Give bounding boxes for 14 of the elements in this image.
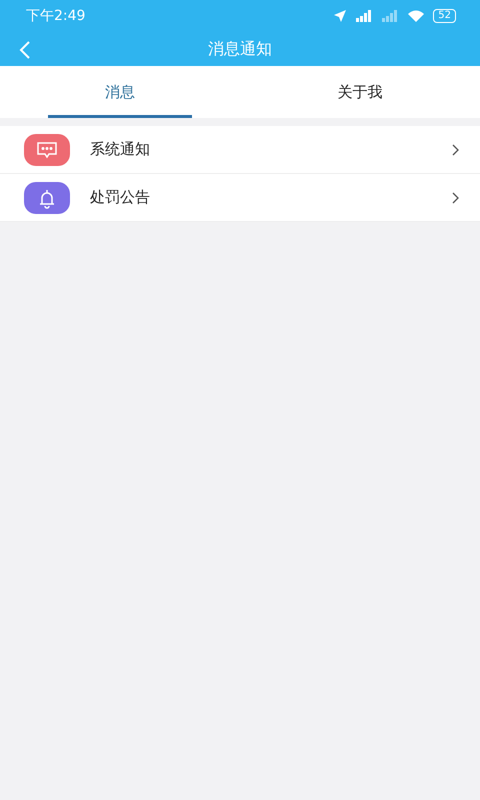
chevron-icon [452, 144, 460, 156]
wifi-icon [407, 10, 426, 22]
tab[interactable]: 消息 [48, 66, 192, 118]
list-item-label[interactable]: 系统通知 [90, 140, 452, 159]
signal-icon [381, 10, 400, 22]
back-icon[interactable] [18, 41, 32, 59]
location-icon [333, 9, 348, 23]
chevron-icon [452, 192, 460, 204]
tab[interactable]: 关于我 [288, 66, 432, 118]
page-title: 消息通知 [208, 38, 272, 60]
list-item-label[interactable]: 处罚公告 [90, 188, 452, 207]
signal-icon [355, 10, 374, 22]
status-time: 下午2:49 [26, 7, 86, 25]
battery-level: 52 [433, 9, 456, 23]
